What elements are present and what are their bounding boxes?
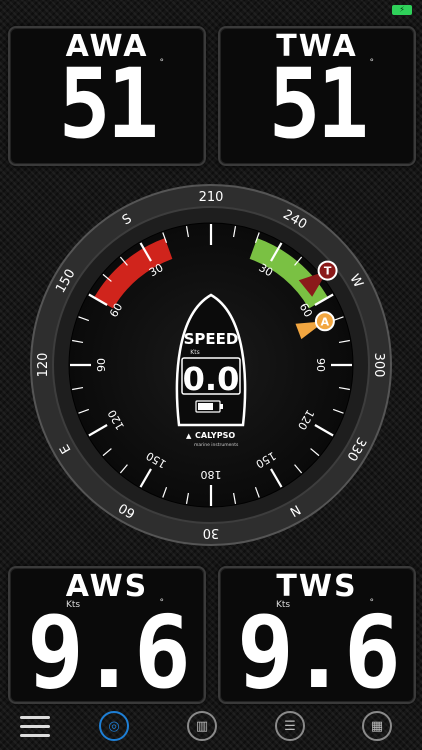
apparent-wind-marker-label: A xyxy=(321,315,330,328)
twa-panel: TWA ° 51 xyxy=(218,26,416,166)
speed-unit: Kts xyxy=(190,349,199,356)
twa-value: 51 xyxy=(268,48,369,160)
brand-subtitle: marine instruments xyxy=(194,442,239,448)
inner-angle-label: 90 xyxy=(95,358,108,372)
wind-gauge-icon[interactable]: ◎ xyxy=(99,711,129,741)
outer-heading-label: 210 xyxy=(199,190,224,205)
grid-icon[interactable]: ▦ xyxy=(362,711,392,741)
speed-label: SPEED xyxy=(184,330,239,348)
status-bar: ⚡ xyxy=(0,0,422,20)
battery-charging-icon: ⚡ xyxy=(392,5,412,15)
aws-panel: AWS Kts ° 9.6 xyxy=(8,566,206,708)
true-wind-marker-label: T xyxy=(324,265,332,278)
hamburger-menu-icon[interactable] xyxy=(20,716,50,738)
calypso-logo-icon: ▲ xyxy=(186,432,192,440)
tws-value: 9.6 xyxy=(236,594,401,711)
list-icon[interactable]: ☰ xyxy=(275,711,305,741)
outer-heading-label: 30 xyxy=(203,525,220,540)
outer-heading-label: 300 xyxy=(371,353,386,378)
compass-svg: 210240W300330N3060E120150S 3060901201501… xyxy=(30,184,392,546)
inner-angle-label: 90 xyxy=(314,358,327,372)
speed-value: 0.0 xyxy=(183,360,240,398)
wind-compass-gauge: 210 240 W 300 330 N 30 60 E 120 150 S 30 60 90 120 150 1… xyxy=(0,180,422,550)
bottom-nav-bar: ◎ ▥ ☰ ▦ xyxy=(0,706,422,750)
outer-heading-label: 120 xyxy=(36,353,51,378)
awa-value: 51 xyxy=(58,48,159,160)
inner-angle-label: 180 xyxy=(201,468,222,481)
tws-panel: TWS Kts ° 9.6 xyxy=(218,566,416,708)
aws-value: 9.6 xyxy=(26,594,191,711)
awa-panel: AWA ° 51 xyxy=(8,26,206,166)
brand-name: CALYPSO xyxy=(195,431,235,440)
map-icon[interactable]: ▥ xyxy=(187,711,217,741)
